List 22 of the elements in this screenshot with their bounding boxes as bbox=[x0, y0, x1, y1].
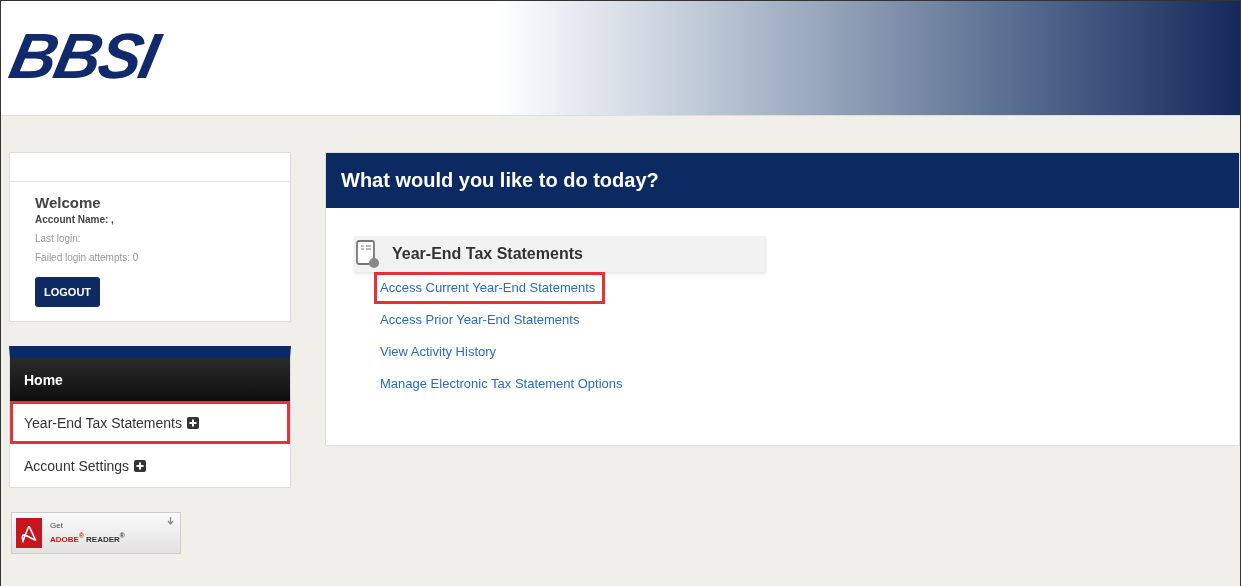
welcome-title: Welcome bbox=[35, 194, 101, 211]
plus-icon[interactable] bbox=[134, 459, 147, 472]
failed-attempts-text: Failed login attempts: 0 bbox=[35, 252, 139, 263]
panel-title: What would you like to do today? bbox=[326, 153, 1239, 208]
statement-link[interactable]: Access Current Year-End Statements bbox=[374, 272, 606, 304]
download-icon bbox=[167, 517, 174, 526]
document-icon bbox=[354, 239, 382, 269]
last-login-text: Last login: bbox=[35, 233, 81, 244]
get-adobe-reader-button[interactable]: Get ADOBE$^{®}$ READER$^{®}$ bbox=[11, 512, 181, 554]
plus-icon[interactable] bbox=[187, 416, 199, 429]
statement-link[interactable]: View Activity History bbox=[374, 336, 507, 368]
account-name-label: Account Name: , bbox=[35, 214, 114, 225]
logo: BBSI bbox=[2, 19, 165, 94]
sidebar-item-label: Year-End Tax Statements bbox=[24, 414, 182, 431]
statement-link[interactable]: Access Prior Year-End Statements bbox=[374, 304, 590, 336]
logout-button[interactable]: LOGOUT bbox=[35, 277, 101, 307]
statement-link[interactable]: Manage Electronic Tax Statement Options bbox=[374, 368, 633, 400]
sidebar-item[interactable]: Home bbox=[10, 358, 290, 401]
sidebar-item[interactable]: Year-End Tax Statements bbox=[10, 401, 290, 444]
pdf-icon bbox=[16, 518, 42, 548]
section-title: Year-End Tax Statements bbox=[392, 245, 583, 263]
sidebar-item-label: Account Settings bbox=[24, 457, 130, 474]
